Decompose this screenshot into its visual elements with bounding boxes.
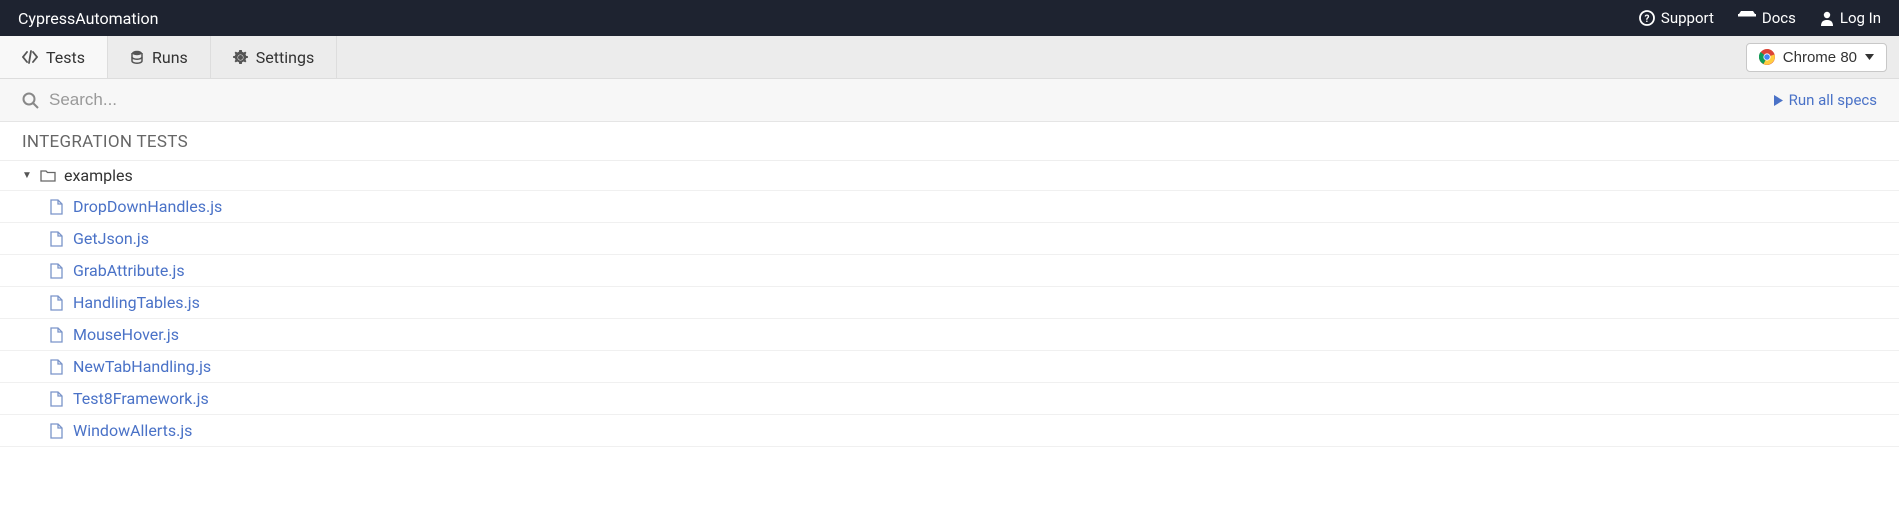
tab-runs[interactable]: Runs — [108, 36, 211, 78]
spec-file[interactable]: Test8Framework.js — [0, 383, 1899, 415]
spec-file[interactable]: MouseHover.js — [0, 319, 1899, 351]
gear-icon — [233, 50, 248, 65]
docs-label: Docs — [1762, 9, 1796, 27]
tab-settings-label: Settings — [256, 48, 314, 67]
file-name: DropDownHandles.js — [73, 197, 222, 216]
user-icon — [1820, 10, 1834, 26]
spec-file[interactable]: GrabAttribute.js — [0, 255, 1899, 287]
file-name: Test8Framework.js — [73, 389, 209, 408]
file-list: DropDownHandles.js GetJson.js GrabAttribut… — [0, 191, 1899, 447]
tab-settings[interactable]: Settings — [211, 36, 337, 78]
support-label: Support — [1661, 9, 1714, 27]
spec-file[interactable]: HandlingTables.js — [0, 287, 1899, 319]
folder-examples[interactable]: ▼ examples — [0, 161, 1899, 191]
section-header: INTEGRATION TESTS — [0, 122, 1899, 161]
search-icon — [22, 92, 39, 109]
tab-list: Tests Runs Settings — [0, 36, 337, 78]
search-wrap — [22, 90, 1774, 110]
file-icon — [50, 231, 63, 247]
file-icon — [50, 199, 63, 215]
chrome-icon — [1759, 49, 1775, 65]
tab-runs-label: Runs — [152, 48, 188, 67]
login-label: Log In — [1840, 9, 1881, 27]
browser-selector[interactable]: Chrome 80 — [1746, 43, 1887, 72]
docs-link[interactable]: Docs — [1738, 9, 1796, 27]
tab-bar: Tests Runs Settings Chrome 80 — [0, 36, 1899, 79]
login-link[interactable]: Log In — [1820, 9, 1881, 27]
spec-file[interactable]: WindowAllerts.js — [0, 415, 1899, 447]
tab-tests-label: Tests — [46, 48, 85, 67]
caret-down-icon: ▼ — [22, 170, 32, 181]
project-title: CypressAutomation — [18, 9, 158, 28]
file-name: MouseHover.js — [73, 325, 179, 344]
spec-tree: ▼ examples DropDownHandles.js GetJson.js G… — [0, 161, 1899, 447]
file-icon — [50, 295, 63, 311]
folder-icon — [40, 169, 56, 182]
support-icon: ? — [1639, 10, 1655, 26]
spec-file[interactable]: NewTabHandling.js — [0, 351, 1899, 383]
header-links: ? Support Docs Log In — [1639, 9, 1881, 27]
file-name: GetJson.js — [73, 229, 149, 248]
svg-text:?: ? — [1644, 14, 1649, 25]
search-input[interactable] — [49, 90, 1774, 110]
file-name: NewTabHandling.js — [73, 357, 211, 376]
file-icon — [50, 359, 63, 375]
run-all-label: Run all specs — [1789, 91, 1877, 109]
file-icon — [50, 391, 63, 407]
run-all-specs[interactable]: Run all specs — [1774, 91, 1877, 109]
app-header: CypressAutomation ? Support Docs Log In — [0, 0, 1899, 36]
spec-file[interactable]: DropDownHandles.js — [0, 191, 1899, 223]
file-icon — [50, 327, 63, 343]
file-name: GrabAttribute.js — [73, 261, 185, 280]
code-icon — [22, 50, 38, 64]
docs-icon — [1738, 11, 1756, 25]
tab-tests[interactable]: Tests — [0, 36, 108, 78]
folder-name: examples — [64, 166, 133, 185]
search-bar: Run all specs — [0, 79, 1899, 122]
browser-label: Chrome 80 — [1783, 49, 1857, 66]
file-icon — [50, 263, 63, 279]
spec-file[interactable]: GetJson.js — [0, 223, 1899, 255]
support-link[interactable]: ? Support — [1639, 9, 1714, 27]
file-name: WindowAllerts.js — [73, 421, 192, 440]
browser-selector-wrap: Chrome 80 — [1734, 36, 1899, 78]
play-icon — [1774, 95, 1783, 106]
caret-down-icon — [1865, 54, 1874, 60]
database-icon — [130, 50, 144, 64]
file-name: HandlingTables.js — [73, 293, 200, 312]
file-icon — [50, 423, 63, 439]
